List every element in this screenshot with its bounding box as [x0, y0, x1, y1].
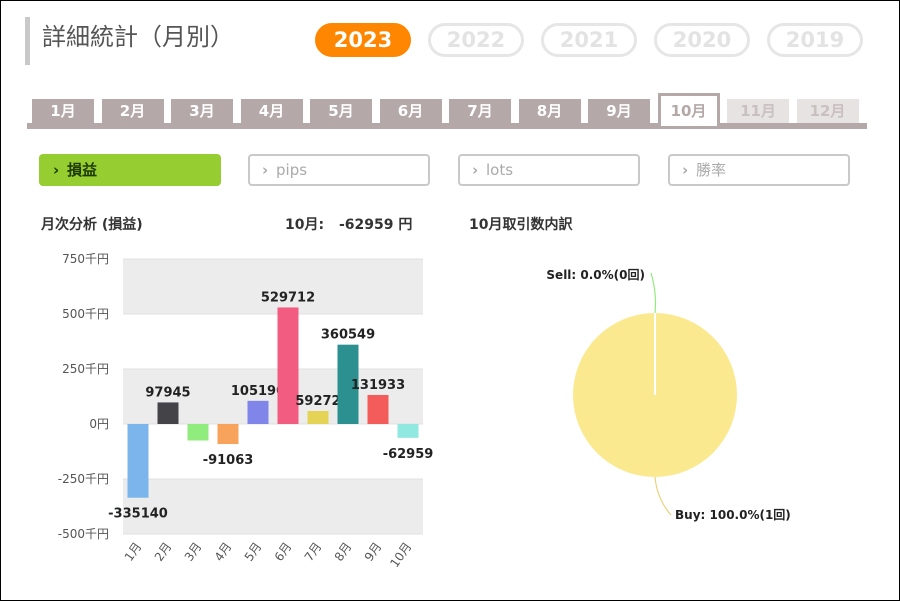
year-tab-2023[interactable]: 2023 [315, 23, 411, 57]
month-tab-1[interactable]: 1月 [32, 99, 94, 123]
bar-value-label: 105190 [231, 384, 285, 399]
month-tab-9[interactable]: 9月 [588, 99, 650, 123]
year-tab-2020[interactable]: 2020 [654, 23, 750, 57]
bar-value-label: -62959 [383, 447, 434, 462]
grid-band [123, 479, 423, 534]
pie-chart-title: 10月取引数内訳 [469, 217, 573, 233]
bar-10 [397, 424, 419, 438]
x-tick-label: 1月 [122, 540, 145, 564]
bar-4 [217, 424, 239, 445]
month-tab-2[interactable]: 2月 [101, 99, 164, 123]
metric-button-3[interactable]: › lots [458, 154, 640, 186]
metric-button-label: 勝率 [696, 161, 727, 179]
chevron-right-icon: › [262, 161, 269, 179]
page-title: 詳細統計（月別） [25, 17, 234, 65]
month-total-label: 10月: [285, 217, 325, 233]
month-tab-5[interactable]: 5月 [310, 99, 372, 123]
metric-button-2[interactable]: › pips [248, 154, 430, 186]
metric-button-label: 損益 [67, 161, 98, 179]
metric-button-4[interactable]: › 勝率 [668, 154, 850, 186]
x-tick-label: 5月 [242, 540, 265, 564]
bar-value-label: -335140 [108, 507, 168, 522]
buy-label: Buy: 100.0%(1回) [675, 508, 791, 522]
bar-1 [127, 424, 149, 498]
month-tab-11[interactable]: 11月 [727, 99, 789, 123]
month-tabs: 1月 2月 3月 4月 5月 6月 7月 8月 9月 10月 11月 12月 [27, 93, 867, 129]
bar-5 [247, 400, 269, 424]
year-tab-2021[interactable]: 2021 [541, 23, 637, 57]
bar-value-label: 97945 [145, 385, 190, 400]
chevron-right-icon: › [53, 161, 60, 179]
x-tick-label: 3月 [182, 540, 205, 564]
month-tab-12[interactable]: 12月 [796, 99, 859, 123]
y-tick-label: -250千円 [58, 472, 109, 486]
bar-3 [187, 424, 209, 441]
x-tick-label: 10月 [387, 540, 414, 570]
bar-9 [367, 394, 389, 424]
month-tab-3[interactable]: 3月 [171, 99, 233, 123]
x-tick-label: 4月 [212, 540, 235, 564]
bar-value-label: 360549 [321, 328, 375, 343]
sell-label: Sell: 0.0%(0回) [546, 268, 645, 282]
bar-7 [307, 410, 329, 424]
year-tab-2019[interactable]: 2019 [767, 23, 863, 57]
chevron-right-icon: › [472, 161, 479, 179]
month-total-value: -62959 円 [339, 217, 413, 233]
x-tick-label: 8月 [332, 540, 355, 564]
month-tab-8[interactable]: 8月 [518, 99, 581, 123]
chevron-right-icon: › [682, 161, 689, 179]
buy-connector [654, 476, 672, 516]
month-tab-6[interactable]: 6月 [379, 99, 442, 123]
bar-value-label: -91063 [203, 453, 254, 468]
month-tab-4[interactable]: 4月 [240, 99, 303, 123]
month-tabs-underline [27, 123, 867, 129]
x-tick-label: 6月 [272, 540, 295, 564]
bar-value-label: 59272 [295, 394, 340, 409]
monthly-pnl-bar-chart: 750千円 500千円 250千円 0円 -250千円 -500千円 -335140 1月 97… [58, 252, 434, 570]
metric-button-label: pips [276, 161, 308, 179]
metric-button-1[interactable]: › 損益 [39, 154, 221, 186]
x-tick-label: 2月 [152, 540, 175, 564]
grid-band [123, 259, 423, 314]
bar-2 [157, 402, 179, 424]
y-tick-label: -500千円 [58, 527, 109, 541]
stats-panel: 詳細統計（月別） 2023 2022 2021 2020 2019 1月 2月 3月 4月 5月… [0, 0, 900, 601]
bar-chart-title: 月次分析 (損益) [41, 217, 143, 233]
bar-value-label: 529712 [261, 290, 315, 305]
metric-button-label: lots [486, 161, 514, 179]
y-tick-label: 250千円 [62, 362, 109, 376]
year-tab-2022[interactable]: 2022 [428, 23, 524, 57]
y-tick-label: 750千円 [62, 252, 109, 266]
sell-connector [650, 272, 657, 314]
month-tab-10[interactable]: 10月 [657, 93, 720, 126]
y-tick-label: 0円 [89, 417, 109, 431]
y-tick-label: 500千円 [62, 307, 109, 321]
bar-value-label: 131933 [351, 378, 405, 393]
month-tab-7[interactable]: 7月 [449, 99, 511, 123]
trade-breakdown-pie-chart: Sell: 0.0%(0回) Buy: 100.0%(1回) [546, 268, 791, 522]
x-tick-label: 7月 [302, 540, 325, 564]
x-tick-label: 9月 [362, 540, 385, 564]
